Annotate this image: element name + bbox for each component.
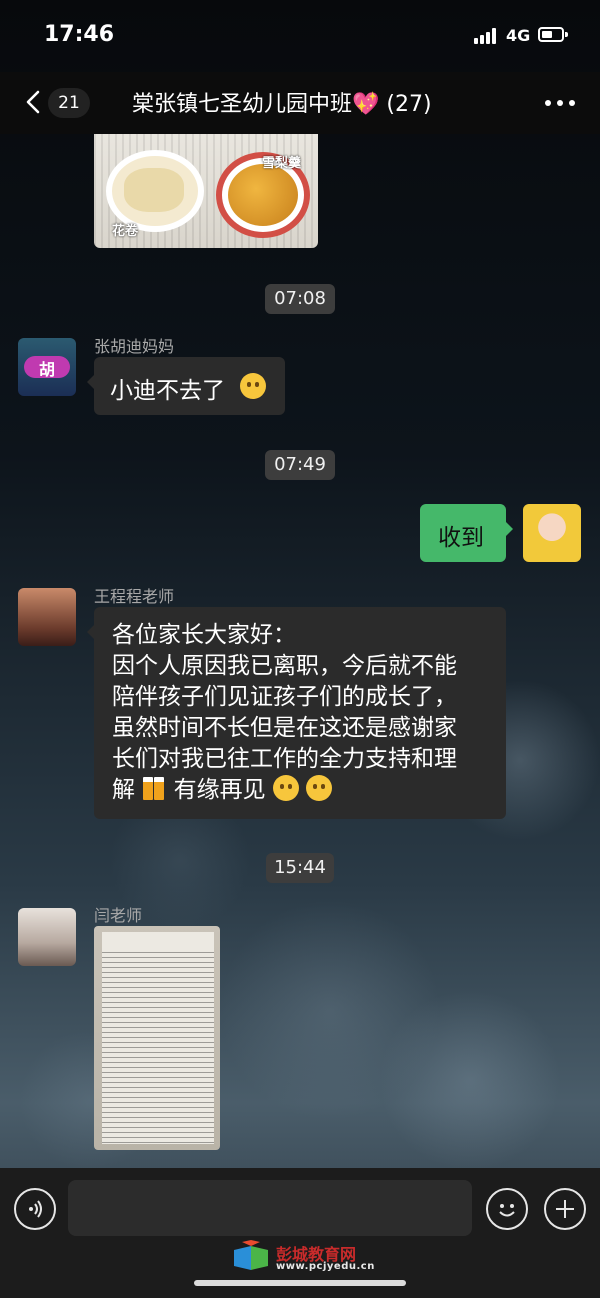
timestamp: 07:49 [265,450,335,480]
message-text: 各位家长大家好： 因个人原因我已离职，今后就不能 陪伴孩子们见证孩子们的成长了，… [112,620,457,806]
back-icon[interactable] [24,89,46,115]
sender-name: 王程程老师 [94,587,175,606]
more-options-icon[interactable] [545,100,575,106]
photo-caption: 花卷 [112,224,139,239]
message-line: 解 有缘再见 [112,775,457,806]
message-line: 因个人原因我已离职，今后就不能 [112,653,457,679]
battery-icon [538,27,568,42]
avatar[interactable] [18,588,76,646]
message-line: 长们对我已往工作的全力支持和理 [112,746,457,772]
message-line: 虽然时间不长但是在这还是感谢家 [112,715,457,741]
plus-icon [556,1200,574,1218]
network-type: 4G [506,26,531,45]
input-bar [0,1168,600,1298]
smiley-icon [499,1204,515,1217]
message-line: 陪伴孩子们见证孩子们的成长了， [112,684,457,710]
more-actions-button[interactable] [544,1188,586,1230]
message-text: 小迪不去了 [110,378,225,404]
message-text: 收到 [438,525,484,551]
watermark-url: www.pcjyedu.cn [276,1261,375,1272]
chat-title: 棠张镇七圣幼儿园中班💖 (27) [132,92,432,117]
home-indicator[interactable] [194,1280,406,1286]
timestamp: 15:44 [266,853,334,883]
sender-name: 张胡迪妈妈 [94,337,175,356]
emoji-button[interactable] [486,1188,528,1230]
bun-image [124,168,184,212]
avatar[interactable]: 胡 [18,338,76,396]
unread-count-badge[interactable]: 21 [48,88,90,118]
my-avatar[interactable] [523,504,581,562]
status-time: 17:46 [44,22,115,47]
book-logo-icon [234,1240,268,1270]
timestamp: 07:08 [265,284,335,314]
document-photo-message[interactable] [94,926,220,1150]
status-bar: 17:46 4G [0,0,600,72]
message-bubble[interactable]: 各位家长大家好： 因个人原因我已离职，今后就不能 陪伴孩子们见证孩子们的成长了，… [87,607,506,819]
chat-header: 21 棠张镇七圣幼儿园中班💖 (27) [0,72,600,134]
signal-icon [474,28,500,44]
message-input[interactable] [68,1180,472,1236]
smiling-face-icon [272,775,299,801]
my-message-bubble[interactable]: 收到 [420,504,513,562]
food-photo-message[interactable]: 花卷 雪梨羹 [94,134,318,248]
message-fragment: 有缘再见 [173,777,266,803]
avatar-text: 胡 [38,360,55,379]
document-paper [102,932,214,1144]
sender-name: 闫老师 [94,906,143,925]
smiling-face-icon [306,775,333,801]
message-fragment: 解 [112,777,135,803]
soup-image [228,164,298,226]
site-watermark: 彭城教育网 www.pcjyedu.cn [232,1240,375,1274]
photo-caption: 雪梨羹 [262,156,302,171]
message-bubble[interactable]: 小迪不去了 [87,357,285,415]
message-line: 各位家长大家好： [112,622,296,648]
winking-face-icon [240,373,266,399]
voice-input-button[interactable] [14,1188,56,1230]
avatar[interactable] [18,908,76,966]
beer-mugs-icon [142,776,166,800]
voice-icon [29,1200,42,1218]
